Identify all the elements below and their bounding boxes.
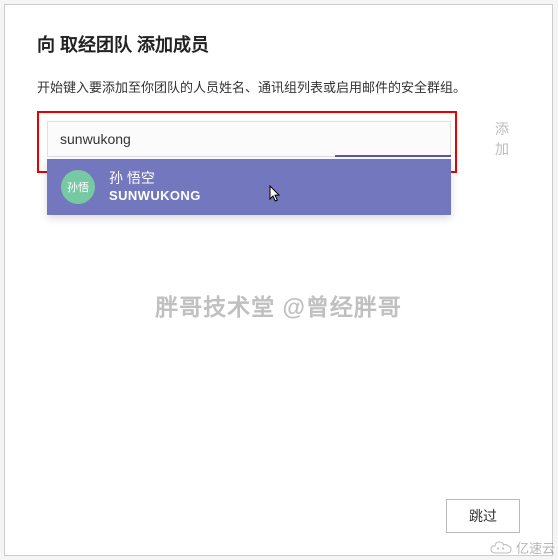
- person-info: 孙 悟空 SUNWUKONG: [109, 170, 201, 204]
- add-row: 孙悟 孙 悟空 SUNWUKONG 添加: [37, 111, 520, 173]
- add-button[interactable]: 添加: [481, 119, 523, 153]
- dialog-subtitle: 开始键入要添加至你团队的人员姓名、通讯组列表或启用邮件的安全群组。: [37, 79, 520, 97]
- search-suggestions-dropdown: 孙悟 孙 悟空 SUNWUKONG: [47, 159, 451, 215]
- title-prefix: 向: [37, 35, 60, 55]
- suggestion-item[interactable]: 孙悟 孙 悟空 SUNWUKONG: [47, 159, 451, 215]
- skip-button[interactable]: 跳过: [446, 499, 520, 533]
- title-suffix: 添加成员: [132, 35, 209, 55]
- member-search-input[interactable]: [47, 121, 451, 157]
- dialog-title: 向 取经团队 添加成员: [37, 31, 520, 57]
- add-members-dialog: 向 取经团队 添加成员 开始键入要添加至你团队的人员姓名、通讯组列表或启用邮件的…: [4, 4, 553, 556]
- person-id: SUNWUKONG: [109, 188, 201, 204]
- person-display-name: 孙 悟空: [109, 170, 201, 188]
- watermark-center-text: 胖哥技术堂 @曾经胖哥: [5, 288, 552, 322]
- avatar: 孙悟: [61, 170, 95, 204]
- avatar-initials: 孙悟: [67, 179, 89, 195]
- input-focus-underline: [335, 155, 451, 157]
- search-field-wrapper: 孙悟 孙 悟空 SUNWUKONG: [47, 121, 451, 157]
- highlight-annotation: 孙悟 孙 悟空 SUNWUKONG: [37, 111, 457, 173]
- title-team-name: 取经团队: [60, 35, 132, 55]
